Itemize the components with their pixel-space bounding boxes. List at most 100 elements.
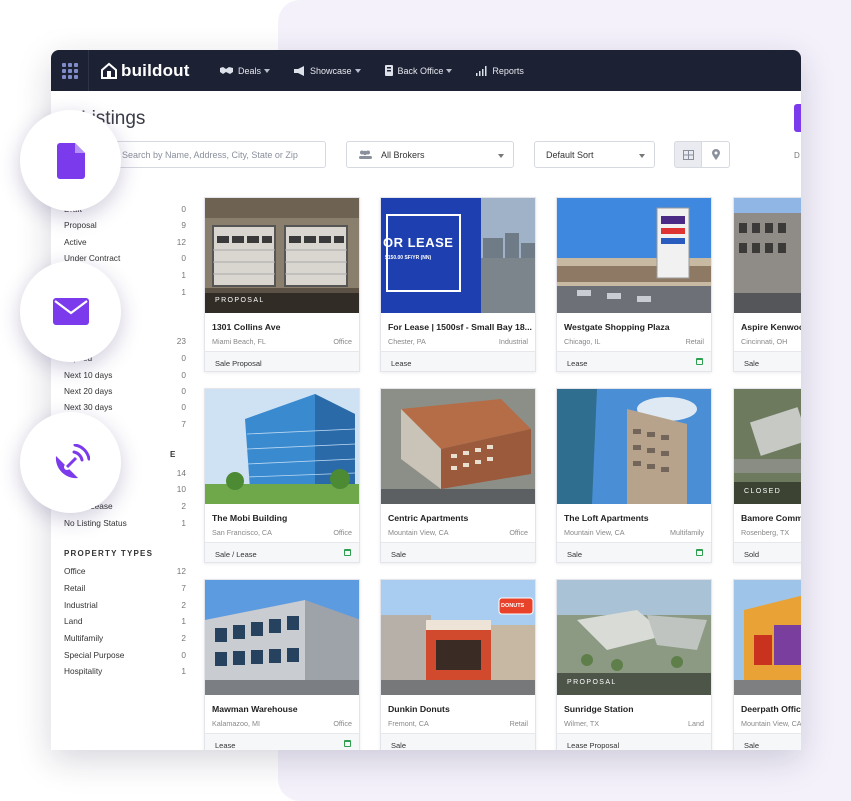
nav-back-office[interactable]: Back Office [384, 65, 453, 76]
listing-card[interactable]: CLOSED Bamore Commons Rosenberg, TX Sold [733, 388, 801, 563]
listing-location: San Francisco, CA [212, 528, 272, 537]
calendar-icon[interactable] [344, 740, 351, 747]
filter-land[interactable]: Land 1 [64, 616, 186, 626]
filter-count: 0 [181, 253, 186, 263]
deal-label: Lease [567, 359, 588, 368]
buildout-logo-icon [101, 62, 117, 79]
nav-showcase[interactable]: Showcase [294, 65, 361, 76]
nav-label: Reports [492, 65, 524, 76]
filter-next-20[interactable]: Next 20 days 0 [64, 386, 186, 396]
brokers-value: All Brokers [381, 149, 425, 160]
filter-active[interactable]: Active 12 [64, 237, 186, 247]
listing-title: The Mobi Building [212, 513, 288, 523]
calendar-icon[interactable] [696, 549, 703, 556]
listing-card[interactable]: Mawman Warehouse Kalamazoo, MI Office Le… [204, 579, 360, 750]
deal-label: Sale Proposal [215, 359, 262, 368]
listing-deal-type: Sale Proposal [205, 351, 359, 371]
listing-deal-type: Sold [734, 542, 801, 562]
listing-property-type: Office [333, 528, 352, 537]
map-view-toggle[interactable] [702, 141, 730, 168]
filter-hospitality[interactable]: Hospitality 1 [64, 666, 186, 676]
listing-property-type: Office [509, 528, 528, 537]
filter-proposal[interactable]: Proposal 9 [64, 220, 186, 230]
filter-count: 2 [181, 501, 186, 511]
filter-label: Hospitality [64, 666, 103, 676]
listing-location: Mountain View, CA [388, 528, 449, 537]
grid-icon [61, 62, 78, 79]
filter-office[interactable]: Office 12 [64, 566, 186, 576]
document-icon [56, 142, 85, 179]
listing-photo [557, 198, 711, 313]
filter-label: No Listing Status [64, 518, 127, 528]
filter-label: Next 10 days [64, 370, 113, 380]
listing-card[interactable]: The Mobi Building San Francisco, CA Offi… [204, 388, 360, 563]
listing-title: Centric Apartments [388, 513, 469, 523]
nav-reports[interactable]: Reports [476, 65, 524, 76]
primary-action-button[interactable] [794, 104, 801, 132]
sort-value: Default Sort [546, 149, 594, 160]
listing-title: Deerpath Office [741, 704, 801, 714]
listing-card[interactable]: Centric Apartments Mountain View, CA Off… [380, 388, 536, 563]
listing-deal-type: Lease Proposal [557, 733, 711, 750]
listing-deal-type: Sale [381, 733, 535, 750]
logo[interactable]: buildout [100, 61, 220, 81]
listing-card[interactable]: Westgate Shopping Plaza Chicago, IL Reta… [556, 197, 712, 372]
property-types-heading: PROPERTY TYPES [64, 549, 154, 558]
calendar-icon[interactable] [696, 358, 703, 365]
listing-card[interactable]: DONUTS DONUTS Dunkin Donuts Fremont, CA … [380, 579, 536, 750]
listing-card[interactable]: Aspire Kenwood Cincinnati, OH Sale [733, 197, 801, 372]
calendar-icon[interactable] [344, 549, 351, 556]
listing-photo [381, 580, 535, 695]
listing-card[interactable]: Deerpath Office Mountain View, CA Sale [733, 579, 801, 750]
nav-deals[interactable]: Deals [220, 66, 271, 76]
grid-view-toggle[interactable] [674, 141, 702, 168]
listing-location: Fremont, CA [388, 719, 429, 728]
listing-property-type: Retail [685, 337, 704, 346]
filter-industrial[interactable]: Industrial 2 [64, 600, 186, 610]
map-pin-icon [711, 149, 720, 160]
filter-count: 0 [181, 370, 186, 380]
listing-location: Chicago, IL [564, 337, 601, 346]
deal-label: Sale [567, 550, 583, 559]
brokers-select[interactable]: All Brokers [346, 141, 514, 168]
listing-property-type: Office [333, 337, 352, 346]
chevron-down-icon [639, 154, 645, 158]
filter-label: Office [64, 566, 86, 576]
listing-deal-type: Sale / Lease [205, 542, 359, 562]
listing-status-heading: E [170, 450, 177, 459]
filter-label: Multifamily [64, 633, 104, 643]
satellite-fab[interactable] [20, 412, 121, 513]
filter-retail[interactable]: Retail 7 [64, 583, 186, 593]
listing-card[interactable]: PROPOSAL Sunridge Station Wilmer, TX Lan… [556, 579, 712, 750]
filter-count: 0 [181, 402, 186, 412]
listing-title: 1301 Collins Ave [212, 322, 281, 332]
listing-card[interactable]: The Loft Apartments Mountain View, CA Mu… [556, 388, 712, 563]
listing-location: Miami Beach, FL [212, 337, 266, 346]
filter-count: 1 [181, 518, 186, 528]
filter-label: Special Purpose [64, 650, 125, 660]
listing-card[interactable]: PROPOSAL 1301 Collins Ave Miami Beach, F… [204, 197, 360, 372]
users-icon [359, 150, 372, 159]
listing-card[interactable]: OR LEASE $150.00 SF/YR (NN) For Lease | … [380, 197, 536, 372]
filter-next-30[interactable]: Next 30 days 0 [64, 402, 186, 412]
sign-main-text: OR LEASE [383, 235, 454, 250]
filter-multifamily[interactable]: Multifamily 2 [64, 633, 186, 643]
listing-title: Westgate Shopping Plaza [564, 322, 670, 332]
filter-label: Active [64, 237, 87, 247]
filter-label: Industrial [64, 600, 98, 610]
listing-deal-type: Lease [557, 351, 711, 371]
document-fab[interactable] [20, 110, 121, 211]
listing-title: Aspire Kenwood [741, 322, 801, 332]
filter-next-10[interactable]: Next 10 days 0 [64, 370, 186, 380]
top-navigation: buildout Deals Showcase Back Office Repo… [51, 50, 801, 91]
filter-count: 0 [181, 353, 186, 363]
sort-select[interactable]: Default Sort [534, 141, 655, 168]
listing-photo [205, 389, 359, 504]
listing-location: Mountain View, CA [564, 528, 625, 537]
filter-special-purpose[interactable]: Special Purpose 0 [64, 650, 186, 660]
search-input[interactable]: Search by Name, Address, City, State or … [111, 141, 326, 168]
envelope-fab[interactable] [20, 261, 121, 362]
filter-no-listing-status[interactable]: No Listing Status 1 [64, 518, 186, 528]
app-switcher-button[interactable] [51, 50, 89, 91]
filter-count: 1 [181, 616, 186, 626]
